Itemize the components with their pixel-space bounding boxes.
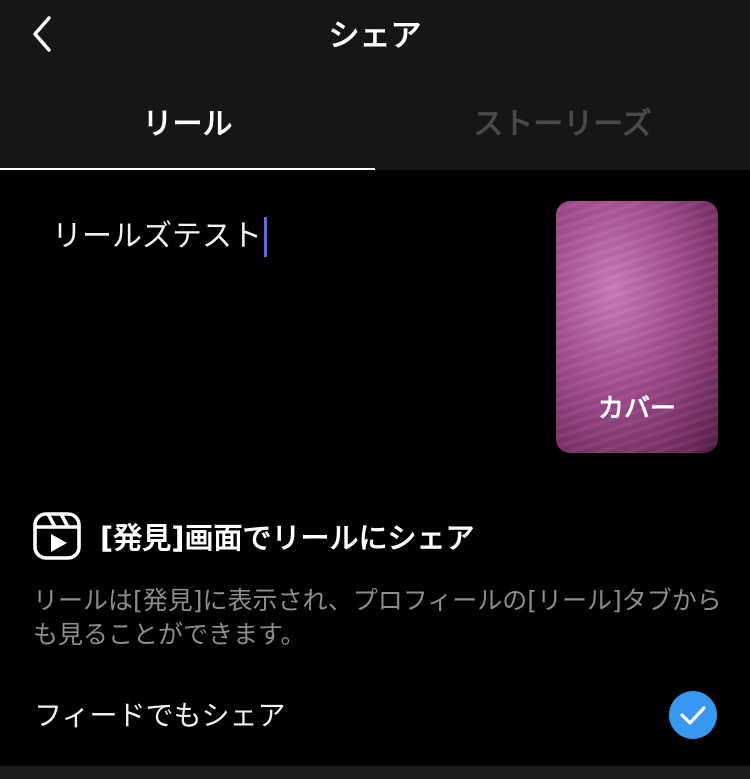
share-to-feed-row[interactable]: フィードでもシェア (34, 688, 724, 740)
cover-label: カバー (597, 394, 676, 424)
page-title: シェア (328, 18, 422, 54)
tab-reels-label: リール (142, 107, 233, 142)
tab-reels[interactable]: リール (0, 92, 375, 170)
share-to-explore-row: [発見]画面でリールにシェア (32, 508, 475, 564)
tab-bar: リール ストーリーズ (0, 92, 750, 170)
checkmark-icon (680, 706, 706, 725)
tab-stories[interactable]: ストーリーズ (375, 92, 750, 170)
share-to-feed-checkbox[interactable] (669, 691, 717, 739)
cover-thumbnail[interactable]: カバー (556, 201, 718, 453)
reels-icon (33, 512, 81, 560)
reels-description: リールは[発見]に表示され、プロフィールの[リール]タブからも見ることができます… (33, 586, 722, 649)
caption-text: リールズテスト (52, 219, 262, 254)
caption-input[interactable]: リールズテスト (52, 214, 512, 260)
tab-active-indicator (0, 168, 375, 170)
bottom-divider (0, 766, 750, 779)
share-to-feed-label: フィードでもシェア (34, 699, 286, 732)
text-cursor (264, 217, 267, 257)
share-to-explore-label: [発見]画面でリールにシェア (100, 521, 475, 555)
top-bar: シェア リール ストーリーズ (0, 0, 750, 170)
tab-stories-label: ストーリーズ (473, 107, 652, 142)
